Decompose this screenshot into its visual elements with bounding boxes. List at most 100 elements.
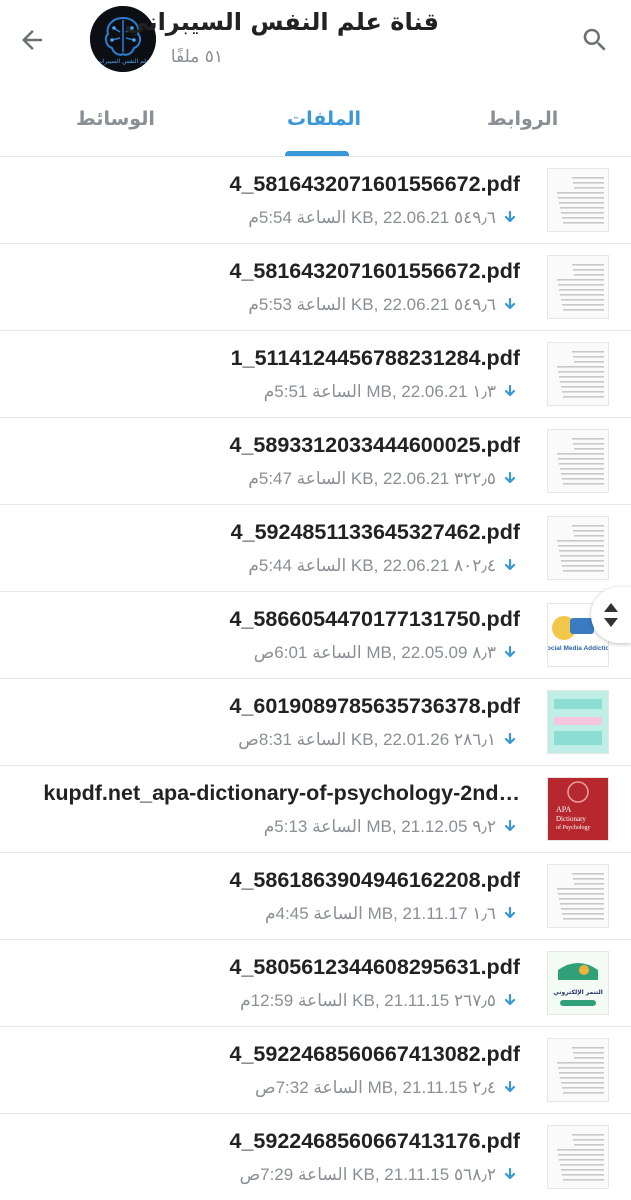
file-thumbnail[interactable]: التنمر الإلكتروني <box>547 951 609 1015</box>
search-button[interactable] <box>577 22 613 58</box>
file-name: 4_5816432071601556672.pdf <box>229 259 520 283</box>
download-icon[interactable] <box>502 384 518 400</box>
thumbnail-image: التنمر الإلكتروني <box>548 952 608 1014</box>
file-meta: ٥٦٨٫٢ KB, 21.11.15 الساعة 7:29ص <box>240 1165 518 1185</box>
tab-bar: الوسائط الملفات الروابط <box>0 90 631 157</box>
svg-text:علم النفس السيبراني: علم النفس السيبراني <box>96 58 149 65</box>
file-name: 4_5922468560667413176.pdf <box>229 1129 520 1153</box>
file-count: ٥١ ملفًا <box>170 47 223 67</box>
file-row[interactable]: 4_5922468560667413176.pdf ٥٦٨٫٢ KB, 21.11… <box>0 1114 631 1200</box>
file-thumbnail[interactable] <box>547 429 609 493</box>
file-meta: ٢٫٤ MB, 21.11.15 الساعة 7:32ص <box>255 1078 518 1098</box>
file-name: 4_5861863904946162208.pdf <box>229 868 520 892</box>
file-meta-text: ١٫٣ MB, 22.06.21 الساعة 5:51م <box>263 382 496 401</box>
file-meta-text: ٣٢٢٫٥ KB, 22.06.21 الساعة 5:47م <box>248 469 496 488</box>
file-name: 4_5816432071601556672.pdf <box>229 172 520 196</box>
file-meta: ٥٤٩٫٦ KB, 22.06.21 الساعة 5:53م <box>248 295 518 315</box>
back-arrow-icon <box>22 30 42 50</box>
file-meta-text: ٩٫٢ MB, 21.12.05 الساعة 5:13م <box>263 817 496 836</box>
download-icon[interactable] <box>502 210 518 226</box>
file-thumbnail[interactable] <box>547 168 609 232</box>
svg-text:التنمر الإلكتروني: التنمر الإلكتروني <box>553 989 603 996</box>
download-icon[interactable] <box>502 1167 518 1183</box>
file-thumbnail[interactable] <box>547 1125 609 1189</box>
file-name: 1_5114124456788231284.pdf <box>230 346 520 370</box>
download-icon[interactable] <box>502 297 518 313</box>
file-thumbnail[interactable] <box>547 690 609 754</box>
file-meta: ١٫٣ MB, 22.06.21 الساعة 5:51م <box>264 382 518 402</box>
download-icon[interactable] <box>502 471 518 487</box>
file-meta-text: ٢٦٧٫٥ KB, 21.11.15 الساعة 12:59م <box>240 991 496 1010</box>
file-meta-text: ٢٨٦٫١ KB, 22.01.26 الساعة 8:31ص <box>238 730 496 749</box>
back-button[interactable] <box>14 22 50 58</box>
thumbnail-image <box>548 256 608 318</box>
download-icon[interactable] <box>502 993 518 1009</box>
file-row[interactable]: kupdf.net_apa-dictionary-of-psychology-2… <box>0 766 631 853</box>
thumbnail-image <box>548 691 608 753</box>
file-thumbnail[interactable] <box>547 1038 609 1102</box>
file-row[interactable]: 4_5861863904946162208.pdf ١٫٦ MB, 21.11.1… <box>0 853 631 940</box>
thumbnail-image <box>548 1126 608 1188</box>
active-tab-indicator <box>285 151 349 156</box>
file-row[interactable]: 4_6019089785635736378.pdf ٢٨٦٫١ KB, 22.01… <box>0 679 631 766</box>
file-name: 4_5866054470177131750.pdf <box>229 607 520 631</box>
download-icon[interactable] <box>502 732 518 748</box>
file-meta-text: ٨٫٣ MB, 22.05.09 الساعة 6:01ص <box>253 643 496 662</box>
thumbnail-image <box>548 343 608 405</box>
file-meta-text: ٥٤٩٫٦ KB, 22.06.21 الساعة 5:54م <box>248 208 496 227</box>
scroll-updown-icon <box>604 603 618 627</box>
file-meta: ٨٫٣ MB, 22.05.09 الساعة 6:01ص <box>254 643 518 663</box>
thumbnail-image <box>548 517 608 579</box>
download-icon[interactable] <box>502 906 518 922</box>
download-icon[interactable] <box>502 645 518 661</box>
file-thumbnail[interactable]: APA Dictionary of Psychology <box>547 777 609 841</box>
thumbnail-image: APADictionaryof Psychology <box>548 778 608 840</box>
file-meta-text: ١٫٦ MB, 21.11.17 الساعة 4:45م <box>265 904 496 923</box>
file-name: 4_5922468560667413082.pdf <box>229 1042 520 1066</box>
channel-title: قناة علم النفس السيبراني <box>124 8 439 36</box>
tab-media[interactable]: الوسائط <box>76 108 155 130</box>
file-meta-text: ٢٫٤ MB, 21.11.15 الساعة 7:32ص <box>255 1078 496 1097</box>
file-row[interactable]: 1_5114124456788231284.pdf ١٫٣ MB, 22.06.2… <box>0 331 631 418</box>
file-name: kupdf.net_apa-dictionary-of-psychology-2… <box>43 781 520 805</box>
file-meta-text: ٨٠٢٫٤ KB, 22.06.21 الساعة 5:44م <box>248 556 496 575</box>
file-row[interactable]: 4_5924851133645327462.pdf ٨٠٢٫٤ KB, 22.06… <box>0 505 631 592</box>
file-meta: ٢٦٧٫٥ KB, 21.11.15 الساعة 12:59م <box>240 991 518 1011</box>
file-row[interactable]: 4_5816432071601556672.pdf ٥٤٩٫٦ KB, 22.06… <box>0 157 631 244</box>
file-meta: ٢٨٦٫١ KB, 22.01.26 الساعة 8:31ص <box>238 730 518 750</box>
file-meta-text: ٥٤٩٫٦ KB, 22.06.21 الساعة 5:53م <box>248 295 496 314</box>
file-thumbnail[interactable] <box>547 516 609 580</box>
file-meta: ١٫٦ MB, 21.11.17 الساعة 4:45م <box>265 904 518 924</box>
file-thumbnail[interactable] <box>547 342 609 406</box>
file-row[interactable]: 4_5893312033444600025.pdf ٣٢٢٫٥ KB, 22.06… <box>0 418 631 505</box>
svg-text:of Psychology: of Psychology <box>556 824 591 831</box>
file-thumbnail[interactable] <box>547 255 609 319</box>
file-name: 4_5805612344608295631.pdf <box>229 955 520 979</box>
file-row[interactable]: 4_5866054470177131750.pdf ٨٫٣ MB, 22.05.0… <box>0 592 631 679</box>
file-meta: ٣٢٢٫٥ KB, 22.06.21 الساعة 5:47م <box>248 469 518 489</box>
download-icon[interactable] <box>502 819 518 835</box>
download-icon[interactable] <box>502 558 518 574</box>
tab-files[interactable]: الملفات <box>287 108 361 130</box>
file-row[interactable]: 4_5922468560667413082.pdf ٢٫٤ MB, 21.11.1… <box>0 1027 631 1114</box>
file-list: 4_5816432071601556672.pdf ٥٤٩٫٦ KB, 22.06… <box>0 157 631 1200</box>
file-meta: ٩٫٢ MB, 21.12.05 الساعة 5:13م <box>264 817 518 837</box>
file-row[interactable]: 4_5816432071601556672.pdf ٥٤٩٫٦ KB, 22.06… <box>0 244 631 331</box>
file-meta: ٥٤٩٫٦ KB, 22.06.21 الساعة 5:54م <box>248 208 518 228</box>
thumbnail-image <box>548 430 608 492</box>
file-name: 4_5893312033444600025.pdf <box>229 433 520 457</box>
thumbnail-image <box>548 169 608 231</box>
svg-text:Dictionary: Dictionary <box>556 815 586 823</box>
svg-text:APA: APA <box>556 805 571 814</box>
thumbnail-image <box>548 1039 608 1101</box>
file-meta: ٨٠٢٫٤ KB, 22.06.21 الساعة 5:44م <box>248 556 518 576</box>
file-row[interactable]: 4_5805612344608295631.pdf ٢٦٧٫٥ KB, 21.11… <box>0 940 631 1027</box>
tab-links[interactable]: الروابط <box>487 108 558 130</box>
thumbnail-image <box>548 865 608 927</box>
search-icon <box>583 28 606 51</box>
file-name: 4_6019089785635736378.pdf <box>229 694 520 718</box>
download-icon[interactable] <box>502 1080 518 1096</box>
svg-text:Social Media Addiction: Social Media Addiction <box>548 645 608 652</box>
file-thumbnail[interactable] <box>547 864 609 928</box>
file-name: 4_5924851133645327462.pdf <box>230 520 520 544</box>
